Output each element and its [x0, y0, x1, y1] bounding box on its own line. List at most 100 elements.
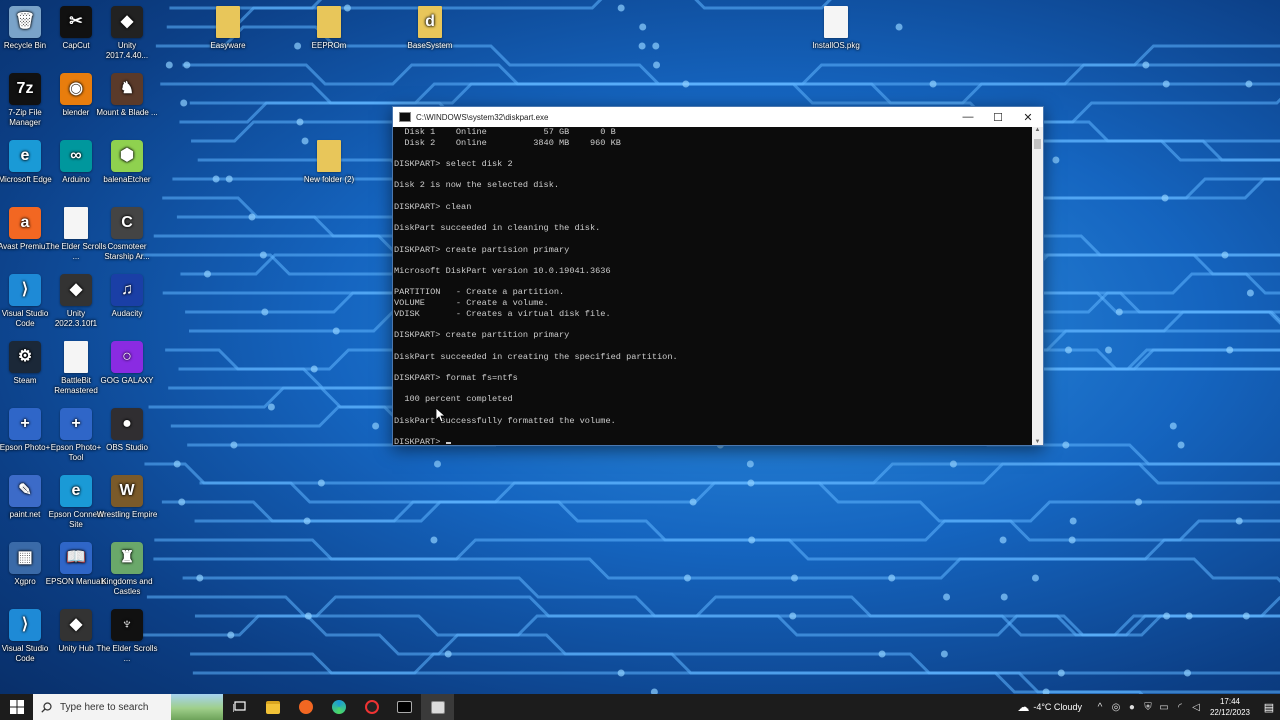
desktop-icon[interactable]: ⬢ balenaEtcher: [96, 140, 158, 185]
desktop-icon[interactable]: d BaseSystem: [399, 6, 461, 51]
desktop-icon-label: Audacity: [111, 309, 143, 318]
taskbar: ☁ -4°C Cloudy ^ ◎ ● ⛨ ▭ ◜ ◁ 17:44 22/12/…: [0, 694, 1280, 720]
taskbar-recorder[interactable]: [355, 694, 388, 720]
console-prompt-line[interactable]: DISKPART>: [394, 437, 1031, 445]
console-line: Disk 2 is now the selected disk.: [394, 180, 560, 191]
clock[interactable]: 17:44 22/12/2023: [1210, 696, 1250, 718]
desktop-icon[interactable]: New folder (2): [298, 140, 360, 185]
console-line: DISKPART> format fs=ntfs: [394, 373, 518, 384]
app-icon: [216, 6, 240, 38]
app-icon: ⚙: [9, 341, 41, 373]
console-line: DISKPART> create partision primary: [394, 244, 570, 255]
taskbar-search[interactable]: [33, 694, 223, 720]
wifi-icon[interactable]: ◜: [1173, 702, 1187, 713]
console-output[interactable]: Disk 1 Online 57 GB 0 B Disk 2 Online 38…: [393, 127, 1031, 445]
desktop-icon[interactable]: W Wrestling Empire: [96, 475, 158, 520]
app-icon: W: [111, 475, 143, 507]
app-icon: ◉: [60, 73, 92, 105]
desktop-icon[interactable]: Easyware: [197, 6, 259, 51]
desktop-icon-label: New folder (2): [303, 175, 355, 184]
scroll-down-icon[interactable]: ▼: [1032, 439, 1043, 445]
minimize-button[interactable]: —: [953, 107, 983, 127]
app-icon: ▦: [9, 542, 41, 574]
console-line: 100 percent completed: [394, 394, 513, 405]
desktop-icon[interactable]: ◆ Unity 2017.4.40...: [96, 6, 158, 61]
battery-icon[interactable]: ▭: [1157, 702, 1171, 713]
console-line: VDISK - Creates a virtual disk file.: [394, 308, 611, 319]
task-view-icon: [232, 701, 246, 712]
console-line: Disk 1 Online 57 GB 0 B: [394, 127, 616, 137]
desktop-icon-label: The Elder Scrolls ...: [96, 644, 158, 663]
console-line: DISKPART> create partition primary: [394, 330, 570, 341]
window-titlebar[interactable]: C:\WINDOWS\system32\diskpart.exe — ☐ ✕: [393, 107, 1043, 127]
terminal-icon: [397, 701, 412, 713]
desktop-icon-label: Kingdoms and Castles: [101, 577, 153, 596]
desktop-icon-label: BaseSystem: [407, 41, 453, 50]
desktop-icon[interactable]: ♜ Kingdoms and Castles: [96, 542, 158, 597]
scroll-up-icon[interactable]: ▲: [1032, 127, 1043, 133]
app-icon: 📖: [60, 542, 92, 574]
maximize-button[interactable]: ☐: [983, 107, 1013, 127]
desktop-icon[interactable]: ♆ The Elder Scrolls ...: [96, 609, 158, 664]
scrollbar-thumb[interactable]: [1034, 139, 1041, 149]
app-icon: [317, 6, 341, 38]
close-button[interactable]: ✕: [1013, 107, 1043, 127]
desktop-icon[interactable]: ● OBS Studio: [96, 408, 158, 453]
app-icon: 🗑: [9, 6, 41, 38]
desktop-icon[interactable]: ♫ Audacity: [96, 274, 158, 319]
desktop-icon[interactable]: ♞ Mount & Blade ...: [96, 73, 158, 118]
diskpart-window[interactable]: C:\WINDOWS\system32\diskpart.exe — ☐ ✕ D…: [392, 106, 1044, 446]
desktop-icon-label: OBS Studio: [106, 443, 148, 452]
app-icon: [824, 6, 848, 38]
console-line: DISKPART> select disk 2: [394, 159, 513, 170]
app-icon: ⟩: [9, 609, 41, 641]
app-icon: ●: [111, 408, 143, 440]
taskbar-avast[interactable]: [289, 694, 322, 720]
app-icon: ◆: [60, 274, 92, 306]
taskbar-edge[interactable]: [322, 694, 355, 720]
search-highlight-image: [171, 694, 223, 720]
app-icon: ⟩: [9, 274, 41, 306]
windows-icon: [9, 700, 24, 714]
app-icon: ♫: [111, 274, 143, 306]
app-icon: a: [9, 207, 41, 239]
notification-icon[interactable]: ▤: [1258, 701, 1280, 714]
console-prompt: DISKPART>: [394, 437, 446, 445]
console-scrollbar[interactable]: ▲ ▼: [1032, 127, 1043, 445]
desktop-icon[interactable]: C Cosmoteer Starship Ar...: [96, 207, 158, 262]
console-app-icon: [399, 112, 411, 122]
taskbar-active-app[interactable]: [421, 694, 454, 720]
record-tray-icon[interactable]: ●: [1125, 702, 1139, 713]
chevron-up-icon[interactable]: ^: [1093, 702, 1107, 713]
desktop-icon-label: Mount & Blade ...: [96, 108, 158, 117]
desktop-icon[interactable]: EEPROm: [298, 6, 360, 51]
task-view-button[interactable]: [223, 694, 256, 720]
app-icon: d: [418, 6, 442, 38]
app-icon: ◆: [60, 609, 92, 641]
taskbar-cmd[interactable]: [388, 694, 421, 720]
app-icon: ◆: [111, 6, 143, 38]
start-button[interactable]: [0, 694, 33, 720]
desktop-icon-label: Unity 2017.4.40...: [105, 41, 149, 60]
app-icon: ✎: [9, 475, 41, 507]
volume-icon[interactable]: ◁: [1189, 702, 1203, 713]
desktop-icon[interactable]: ○ GOG GALAXY: [96, 341, 158, 386]
desktop-icon-label: InstallOS.pkg: [812, 41, 860, 50]
search-input[interactable]: [58, 700, 172, 714]
weather-widget[interactable]: ☁ -4°C Cloudy: [1017, 700, 1082, 714]
network-icon[interactable]: ◎: [1109, 702, 1123, 713]
app-icon: +: [60, 408, 92, 440]
taskbar-file-explorer[interactable]: [256, 694, 289, 720]
shield-icon[interactable]: ⛨: [1141, 702, 1155, 713]
desktop-icon[interactable]: InstallOS.pkg: [805, 6, 867, 51]
app-icon: ∞: [60, 140, 92, 172]
app-icon: ♆: [111, 609, 143, 641]
record-icon: [364, 700, 379, 714]
console-line: VOLUME - Create a volume.: [394, 298, 549, 309]
